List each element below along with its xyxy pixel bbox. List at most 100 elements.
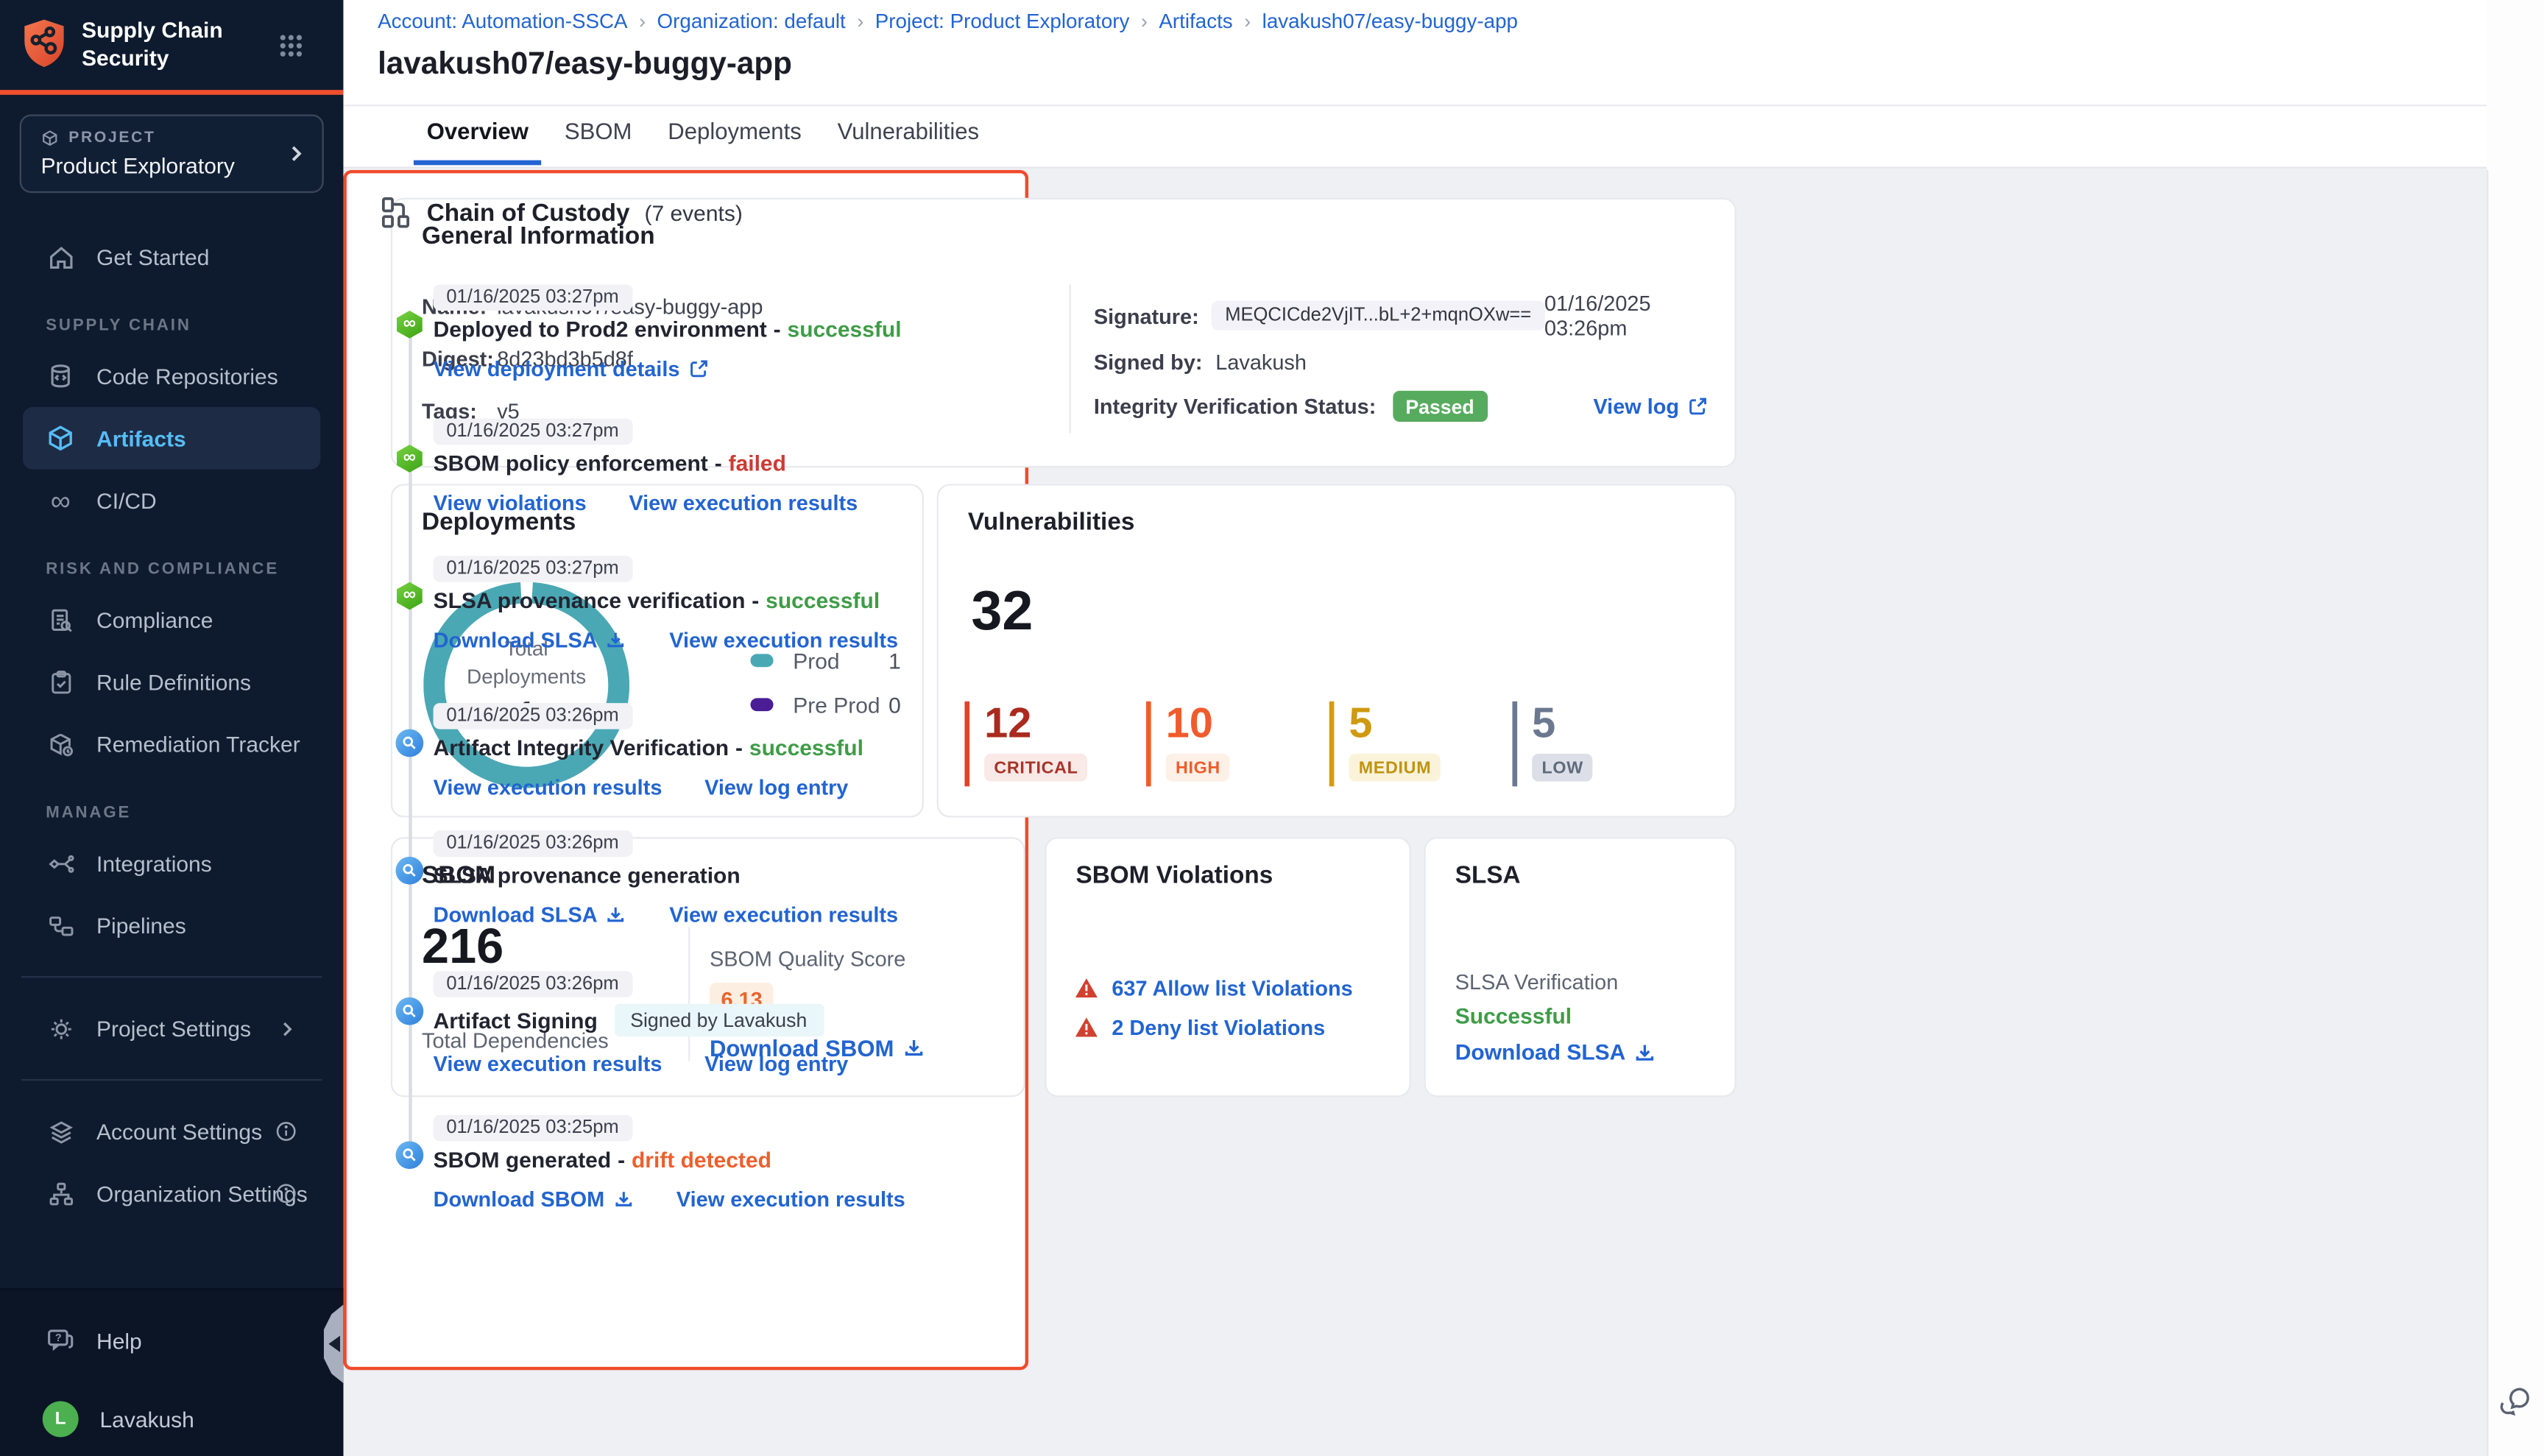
sidebar-item-label: Get Started: [96, 244, 209, 269]
download-icon: [606, 904, 627, 925]
event-title: SBOM policy enforcement: [434, 451, 708, 476]
cube-icon: [41, 129, 59, 146]
panel-title: Chain of Custody: [427, 199, 630, 227]
document-search-icon: [46, 605, 75, 635]
project-selector[interactable]: PROJECT Product Exploratory: [20, 114, 324, 193]
sidebar-item-label: Compliance: [96, 607, 213, 632]
download-sbom-link[interactable]: Download SBOM: [434, 1187, 635, 1212]
code-repository-icon: [46, 361, 75, 391]
main-area: Account: Automation-SSCA › Organization:…: [343, 0, 2487, 1456]
dash: -: [715, 451, 722, 476]
breadcrumb-project[interactable]: Project: Product Exploratory: [875, 10, 1130, 32]
dash: -: [618, 1148, 625, 1172]
tab-deployments[interactable]: Deployments: [655, 118, 815, 165]
prod-swatch-icon: [750, 654, 773, 667]
scan-event-icon: [396, 729, 424, 757]
breadcrumb-current-artifact[interactable]: lavakush07/easy-buggy-app: [1262, 10, 1518, 32]
dash: -: [752, 589, 759, 613]
sidebar-item-artifacts[interactable]: Artifacts: [23, 407, 320, 469]
tab-vulnerabilities[interactable]: Vulnerabilities: [824, 118, 992, 165]
sidebar-item-remediation-tracker[interactable]: Remediation Tracker: [23, 713, 320, 774]
page-title: lavakush07/easy-buggy-app: [378, 47, 792, 83]
app-switcher-icon[interactable]: [278, 32, 305, 59]
help-button[interactable]: ? Help: [0, 1316, 343, 1365]
sidebar-section-manage: MANAGE: [0, 775, 343, 833]
event-status: drift detected: [632, 1148, 771, 1172]
sidebar-item-get-started[interactable]: Get Started: [23, 226, 320, 288]
event-timestamp: 01/16/2025 03:26pm: [434, 971, 632, 997]
tab-overview[interactable]: Overview: [414, 118, 542, 165]
download-slsa-link[interactable]: Download SLSA: [434, 902, 627, 927]
gear-icon: [46, 1014, 75, 1043]
events-count: (7 events): [644, 200, 742, 225]
sidebar-nav: Get Started SUPPLY CHAIN Code Repositori…: [0, 226, 343, 1225]
event-status: successful: [766, 589, 880, 613]
view-execution-results-link[interactable]: View execution results: [669, 902, 898, 927]
sidebar-item-account-settings[interactable]: Account Settings: [23, 1100, 320, 1162]
link-label: View deployment details: [434, 356, 680, 381]
sidebar-item-pipelines[interactable]: Pipelines: [23, 894, 320, 956]
info-icon[interactable]: [275, 1182, 297, 1205]
pipeline-event-icon: ∞: [396, 582, 424, 610]
scan-event-icon: [396, 1141, 424, 1169]
breadcrumb-artifacts[interactable]: Artifacts: [1159, 10, 1232, 32]
user-menu[interactable]: L Lavakush: [0, 1395, 343, 1444]
chain-of-custody-header: Chain of Custody (7 events): [379, 197, 743, 229]
chain-of-custody-panel: Chain of Custody (7 events) 01/16/2025 0…: [343, 170, 1028, 1370]
home-icon: [46, 242, 75, 272]
sidebar-item-organization-settings[interactable]: Organization Settings: [23, 1162, 320, 1224]
brand-accent-divider: [0, 90, 343, 95]
download-icon: [612, 1189, 634, 1210]
timeline-event: 01/16/2025 03:26pm SLSA provenance gener…: [343, 827, 2470, 927]
info-icon[interactable]: [275, 1120, 297, 1142]
supply-chain-security-logo-icon: [21, 18, 67, 68]
view-execution-results-link[interactable]: View execution results: [434, 775, 662, 799]
link-label: Download SLSA: [434, 902, 598, 927]
event-timestamp: 01/16/2025 03:25pm: [434, 1115, 632, 1142]
page-header: Account: Automation-SSCA › Organization:…: [343, 0, 2487, 169]
view-execution-results-link[interactable]: View execution results: [629, 490, 858, 515]
integrations-icon: [46, 849, 75, 878]
event-title: SLSA provenance generation: [434, 863, 741, 888]
download-icon: [606, 629, 627, 651]
event-timestamp: 01/16/2025 03:27pm: [434, 419, 632, 445]
view-violations-link[interactable]: View violations: [434, 490, 587, 515]
view-log-entry-link[interactable]: View log entry: [704, 1051, 848, 1075]
sidebar-item-compliance[interactable]: Compliance: [23, 589, 320, 651]
sidebar-item-label: Remediation Tracker: [96, 732, 300, 756]
tab-sbom[interactable]: SBOM: [551, 118, 645, 165]
scan-event-icon: [396, 857, 424, 885]
sidebar-item-label: Project Settings: [96, 1016, 251, 1040]
sidebar-item-integrations[interactable]: Integrations: [23, 833, 320, 894]
sidebar-item-ci-cd[interactable]: ∞ CI/CD: [23, 469, 320, 531]
box-wrench-icon: [46, 729, 75, 759]
sidebar-item-code-repositories[interactable]: Code Repositories: [23, 345, 320, 407]
sidebar-divider: [21, 976, 322, 978]
link-label: Download SBOM: [434, 1187, 605, 1212]
dash: -: [774, 317, 781, 342]
view-execution-results-link[interactable]: View execution results: [434, 1051, 662, 1075]
right-rail: [2487, 0, 2544, 1456]
timeline-event: 01/16/2025 03:26pm Artifact Signing Sign…: [343, 968, 2470, 1076]
breadcrumb-account[interactable]: Account: Automation-SSCA: [378, 10, 628, 32]
event-title: SLSA provenance verification: [434, 589, 746, 613]
svg-text:?: ?: [55, 1332, 62, 1344]
breadcrumb-separator: ›: [628, 10, 657, 32]
view-execution-results-link[interactable]: View execution results: [676, 1187, 905, 1212]
timeline-event: 01/16/2025 03:26pm Artifact Integrity Ve…: [343, 700, 2470, 799]
sidebar-section-supply-chain: SUPPLY CHAIN: [0, 288, 343, 345]
breadcrumb-separator: ›: [1129, 10, 1159, 32]
view-log-entry-link[interactable]: View log entry: [704, 775, 848, 799]
org-gear-icon: [46, 1178, 75, 1208]
support-chat-icon[interactable]: [2497, 1382, 2534, 1419]
project-name: Product Exploratory: [41, 154, 235, 178]
sidebar-item-rule-definitions[interactable]: Rule Definitions: [23, 651, 320, 713]
avatar: L: [43, 1401, 79, 1437]
download-slsa-link[interactable]: Download SLSA: [434, 628, 627, 652]
view-execution-results-link[interactable]: View execution results: [669, 628, 898, 652]
sidebar-item-project-settings[interactable]: Project Settings: [23, 997, 320, 1059]
sidebar-item-label: Integrations: [96, 851, 212, 875]
breadcrumb-organization[interactable]: Organization: default: [657, 10, 846, 32]
sidebar-item-label: Pipelines: [96, 913, 186, 937]
view-deployment-details-link[interactable]: View deployment details: [434, 356, 710, 381]
